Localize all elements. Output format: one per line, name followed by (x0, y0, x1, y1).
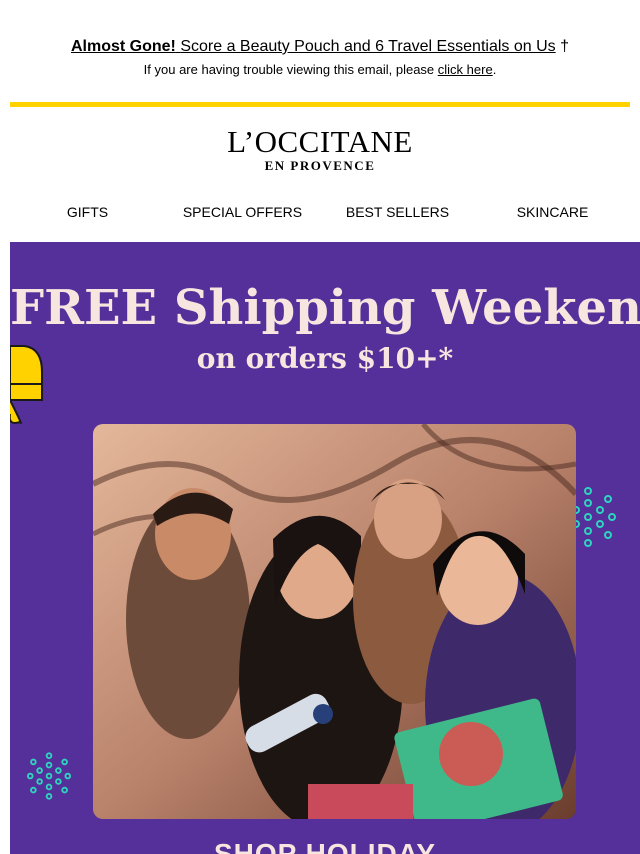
dagger-mark: † (560, 38, 570, 55)
hero-subtitle: on orders $10+* (196, 342, 454, 375)
logo-name: L’OCCITANE (227, 124, 413, 159)
ornament-bell-icon (10, 345, 43, 424)
yellow-divider (10, 102, 630, 107)
trouble-text: If you are having trouble viewing this e… (143, 62, 435, 77)
hero-photo[interactable] (93, 424, 576, 819)
promo-text: Score a Beauty Pouch and 6 Travel Essent… (180, 38, 556, 55)
nav-best-sellers[interactable]: BEST SELLERS (320, 204, 475, 220)
promo-strong: Almost Gone! (70, 38, 176, 55)
nav-gifts[interactable]: GIFTS (10, 204, 165, 220)
nav-skincare[interactable]: SKINCARE (475, 204, 630, 220)
shop-holiday-cta[interactable]: SHOP HOLIDAY (10, 838, 640, 854)
trouble-line: If you are having trouble viewing this e… (0, 62, 640, 77)
preheader: Almost Gone! Score a Beauty Pouch and 6 … (0, 36, 640, 77)
group-photo-illustration (93, 424, 576, 819)
hero-title: FREE Shipping Weekend (10, 280, 640, 336)
trouble-end: . (492, 62, 497, 77)
logo-sub: EN PROVENCE (264, 158, 376, 173)
snowflake-icon (26, 752, 72, 800)
promo-line[interactable]: Almost Gone! Score a Beauty Pouch and 6 … (0, 36, 640, 58)
hero-banner[interactable]: FREE Shipping Weekend on orders $10+* SH… (10, 242, 640, 854)
promo-link[interactable]: Almost Gone! Score a Beauty Pouch and 6 … (71, 38, 556, 55)
nav-special-offers[interactable]: SPECIAL OFFERS (165, 204, 320, 220)
main-nav: GIFTS SPECIAL OFFERS BEST SELLERS SKINCA… (10, 204, 630, 220)
brand-logo[interactable]: L’OCCITANE EN PROVENCE (0, 126, 640, 174)
click-here-link[interactable]: click here (438, 62, 493, 77)
